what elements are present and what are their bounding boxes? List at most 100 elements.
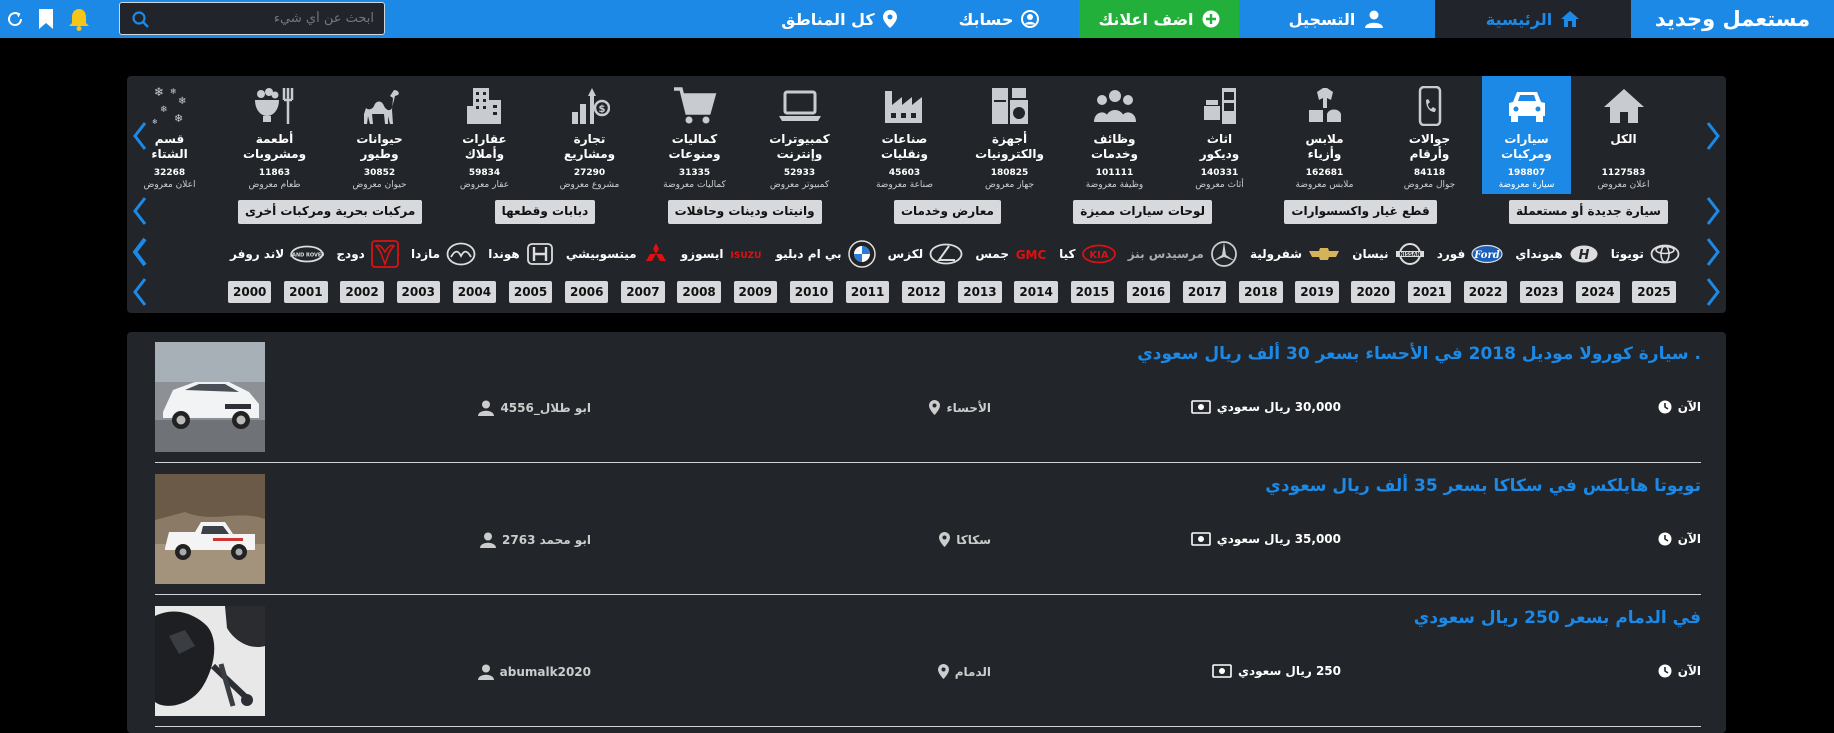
listing-title[interactable]: في الدمام بسعر 250 ريال سعودي bbox=[1414, 608, 1701, 628]
listing-item[interactable]: . سيارة كورولا موديل 2018 في الأحساء بسع… bbox=[155, 332, 1701, 463]
brand-item-toyota[interactable]: تويوتا bbox=[1611, 244, 1680, 264]
year-tag[interactable]: 2005 bbox=[508, 281, 553, 303]
year-tag[interactable]: 2013 bbox=[958, 281, 1002, 303]
year-tag[interactable]: 2009 bbox=[733, 281, 777, 303]
subcategory-tag[interactable]: معارض وخدمات bbox=[893, 200, 1001, 224]
category-food[interactable]: أطعمة ومشروبات 11863 طعام معروض bbox=[222, 76, 327, 194]
category-unit: وظيفة معروضة bbox=[1085, 180, 1144, 190]
listing-thumbnail[interactable] bbox=[155, 474, 265, 584]
brand-item-lexus[interactable]: لكزس bbox=[888, 243, 964, 265]
category-business[interactable]: $ تجارة ومشاريع 27290 مشروع معروض bbox=[537, 76, 642, 194]
year-tag[interactable]: 2024 bbox=[1576, 281, 1620, 303]
year-tag[interactable]: 2025 bbox=[1632, 281, 1676, 303]
years-next-arrow[interactable] bbox=[1703, 277, 1723, 307]
subcategories-prev-arrow[interactable] bbox=[130, 196, 150, 226]
listing-user[interactable]: abumalk2020 bbox=[477, 664, 591, 680]
year-tag[interactable]: 2001 bbox=[284, 281, 328, 303]
brand-item-kia[interactable]: KIA كيا bbox=[1059, 244, 1116, 264]
year-tag[interactable]: 2010 bbox=[789, 281, 834, 303]
category-industry[interactable]: صناعات ونقليات 45603 صناعة معروضة bbox=[852, 76, 957, 194]
year-tag[interactable]: 2017 bbox=[1182, 281, 1227, 303]
year-tag[interactable]: 2003 bbox=[396, 281, 440, 303]
year-tag[interactable]: 2023 bbox=[1519, 281, 1564, 303]
category-phones[interactable]: جوالات وأرقام 84118 جوال معروض bbox=[1377, 76, 1482, 194]
year-tag[interactable]: 2007 bbox=[621, 281, 665, 303]
brand-item-hyundai[interactable]: H هيونداي bbox=[1515, 244, 1598, 264]
year-tag[interactable]: 2002 bbox=[340, 281, 384, 303]
isuzu-logo-text: ISUZU bbox=[731, 251, 762, 261]
listing-thumbnail[interactable] bbox=[155, 606, 265, 716]
subcategory-tag[interactable]: سيارة جديدة أو مستعملة bbox=[1509, 200, 1668, 224]
year-tag[interactable]: 2019 bbox=[1295, 281, 1339, 303]
year-tag[interactable]: 2012 bbox=[902, 281, 946, 303]
category-jobs[interactable]: وظائف وخدمات 101111 وظيفة معروضة bbox=[1062, 76, 1167, 194]
category-clothes[interactable]: ملابس وأزياء 162681 ملابس معروضة bbox=[1272, 76, 1377, 194]
site-logo[interactable]: مستعمل وجديد bbox=[1631, 0, 1834, 38]
brand-item-landrover[interactable]: LAND ROVER لاند روفر bbox=[230, 245, 324, 263]
listing-user[interactable]: ابو طلال_4556 bbox=[478, 400, 591, 416]
subcategory-tag[interactable]: دبابات وقطعها bbox=[494, 200, 596, 224]
year-tag[interactable]: 2004 bbox=[452, 281, 497, 303]
brand-item-isuzu[interactable]: ISUZU ايسوزو bbox=[681, 247, 764, 261]
register-button[interactable]: التسجيل bbox=[1239, 0, 1435, 38]
category-furniture[interactable]: اثاث وديكور 140331 أثاث معروض bbox=[1167, 76, 1272, 194]
brand-item-ford[interactable]: Ford فورد bbox=[1437, 244, 1503, 264]
listing-item[interactable]: في الدمام بسعر 250 ريال سعودي الآن 250 ر… bbox=[155, 596, 1701, 727]
bookmark-icon[interactable] bbox=[38, 8, 54, 30]
account-button[interactable]: حسابك bbox=[919, 0, 1079, 38]
bell-icon[interactable] bbox=[68, 7, 90, 31]
subcategory-tag[interactable]: مركبات بحرية ومركبات أخرى bbox=[238, 200, 423, 224]
listing-thumbnail[interactable] bbox=[155, 342, 265, 452]
listing-item[interactable]: تويوتا هايلكس في سكاكا بسعر 35 ألف ريال … bbox=[155, 464, 1701, 595]
category-accessories[interactable]: كماليات ومنوعات 31335 كماليات معروضة bbox=[642, 76, 747, 194]
listing-user[interactable]: ابو محمد 2763 bbox=[480, 532, 591, 548]
brand-item-honda[interactable]: هوندا bbox=[488, 242, 553, 266]
year-tag[interactable]: 2018 bbox=[1239, 281, 1283, 303]
search-input[interactable] bbox=[164, 11, 384, 26]
category-count: 140331 bbox=[1200, 168, 1239, 178]
brands-next-arrow[interactable] bbox=[1703, 237, 1723, 267]
year-tag[interactable]: 2008 bbox=[677, 281, 721, 303]
year-tag[interactable]: 2011 bbox=[845, 281, 890, 303]
category-computers[interactable]: كمبيوترات وإنترنت 52933 كمبيوتر معروض bbox=[747, 76, 852, 194]
svg-text:Ford: Ford bbox=[1473, 250, 1499, 261]
add-ad-button[interactable]: اضف اعلانك bbox=[1079, 0, 1239, 38]
year-tag[interactable]: 2000 bbox=[228, 281, 272, 303]
subcategory-tag[interactable]: لوحات سيارات مميزة bbox=[1073, 200, 1213, 224]
year-tag[interactable]: 2015 bbox=[1070, 281, 1114, 303]
year-tag[interactable]: 2021 bbox=[1407, 281, 1452, 303]
brand-item-bmw[interactable]: بي ام دبليو bbox=[776, 240, 876, 268]
subcategory-tag[interactable]: وانيتات ودينات وحافلات bbox=[667, 200, 822, 224]
brand-item-mazda[interactable]: مازدا bbox=[411, 242, 476, 266]
svg-text:LAND ROVER: LAND ROVER bbox=[290, 253, 324, 259]
year-tag[interactable]: 2006 bbox=[565, 281, 609, 303]
category-electronics[interactable]: أجهزة والكترونيات 180825 جهاز معروض bbox=[957, 76, 1062, 194]
listing-title[interactable]: . سيارة كورولا موديل 2018 في الأحساء بسع… bbox=[1137, 344, 1701, 364]
year-tag[interactable]: 2014 bbox=[1014, 281, 1058, 303]
refresh-icon[interactable] bbox=[6, 10, 24, 28]
brand-item-mitsubishi[interactable]: ميتسوبيشي bbox=[566, 242, 669, 266]
subcategory-tag[interactable]: قطع غيار واكسسوارات bbox=[1284, 200, 1437, 224]
brands-prev-arrow[interactable] bbox=[130, 237, 150, 267]
subcategories-next-arrow[interactable] bbox=[1703, 196, 1723, 226]
categories-next-arrow[interactable] bbox=[1703, 121, 1723, 151]
home-button[interactable]: الرئيسية bbox=[1435, 0, 1631, 38]
category-cars[interactable]: سيارات ومركبات 198807 سيارة معروضة bbox=[1482, 76, 1571, 194]
year-tag[interactable]: 2022 bbox=[1463, 281, 1508, 303]
category-animals[interactable]: حيوانات وطيور 30852 حيوان معروض bbox=[327, 76, 432, 194]
category-all[interactable]: الكل 1127583 اعلان معروض bbox=[1571, 76, 1676, 194]
category-winter[interactable]: ❄ ❄ ❄ ❄ ❄ ❄ قسم الشتاء 32268 اعلان معروض bbox=[117, 76, 222, 194]
regions-button[interactable]: كل المناطق bbox=[759, 0, 919, 38]
brand-item-nissan[interactable]: NISSAN نيسان bbox=[1352, 242, 1424, 266]
brand-item-dodge[interactable]: دودج bbox=[336, 240, 399, 268]
brand-item-gmc[interactable]: GMC جمس bbox=[975, 247, 1047, 261]
category-real-estate[interactable]: عقارات وأملاك 59834 عقار معروض bbox=[432, 76, 537, 194]
search-icon[interactable] bbox=[132, 11, 149, 28]
brand-item-chevrolet[interactable]: شفرولية bbox=[1250, 246, 1340, 262]
year-tag[interactable]: 2020 bbox=[1351, 281, 1395, 303]
year-tag[interactable]: 2016 bbox=[1126, 281, 1171, 303]
listing-title[interactable]: تويوتا هايلكس في سكاكا بسعر 35 ألف ريال … bbox=[1265, 476, 1701, 496]
years-prev-arrow[interactable] bbox=[130, 277, 150, 307]
lexus-logo-icon bbox=[929, 243, 963, 265]
brand-item-mercedes[interactable]: مرسيدس بنز bbox=[1128, 240, 1238, 268]
